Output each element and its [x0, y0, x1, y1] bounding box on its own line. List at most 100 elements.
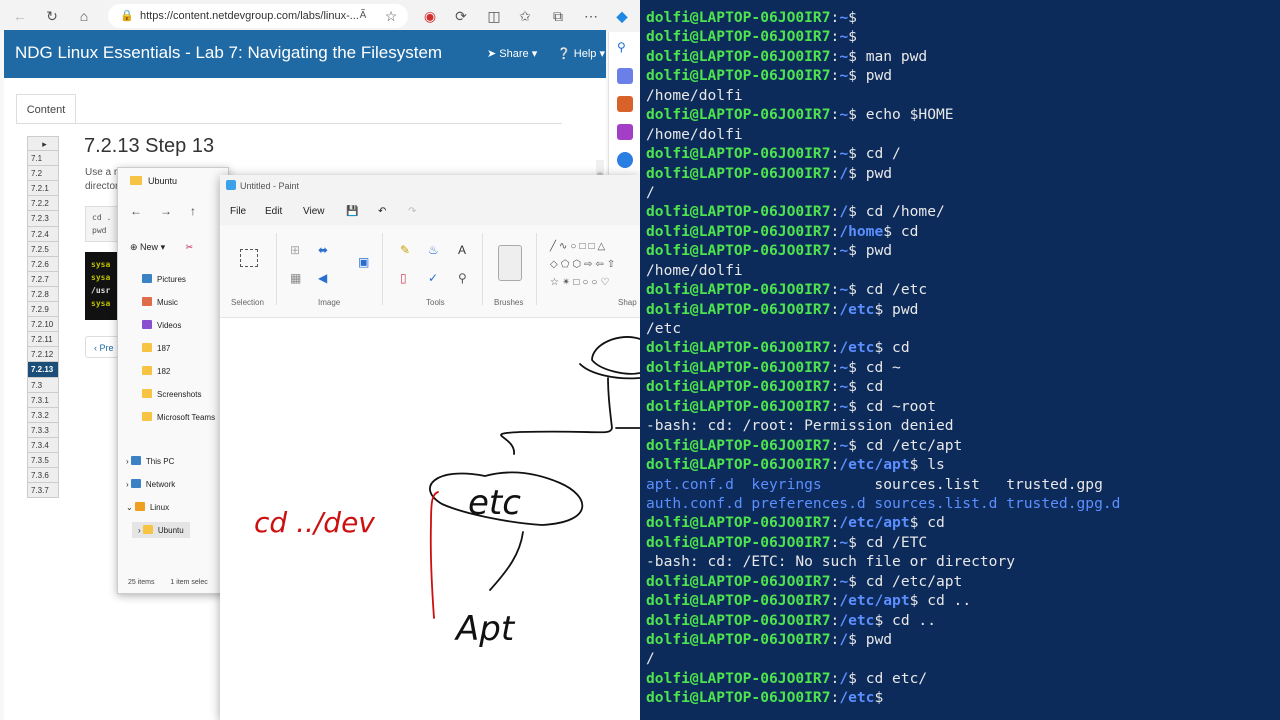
prompt-dollar: $ — [848, 631, 866, 648]
toc-item[interactable]: 7.2.6 — [27, 256, 59, 272]
prompt-separator: : — [830, 242, 840, 260]
sidebar-item[interactable]: Music — [142, 297, 178, 307]
tree-item[interactable]: › This PC — [126, 456, 174, 466]
toc-item[interactable]: 7.2.7 — [27, 271, 59, 287]
share-button[interactable]: ➤ Share ▾ — [487, 47, 537, 60]
toc-item[interactable]: 7.2.12 — [27, 347, 59, 363]
sidebar-item[interactable]: 187 — [142, 343, 170, 353]
fill-icon[interactable]: ♨ — [428, 243, 439, 257]
sidebar-item[interactable]: Screenshots — [142, 389, 201, 399]
toc-item[interactable]: 7.3.1 — [27, 392, 59, 408]
outlook-icon[interactable] — [617, 152, 633, 168]
sidebar-item[interactable]: Microsoft Teams — [142, 412, 215, 422]
back-arrow-icon[interactable]: ← — [10, 6, 30, 26]
games-icon[interactable] — [617, 124, 633, 140]
menu-edit[interactable]: Edit — [265, 206, 282, 217]
toc-toggle[interactable]: ▸ — [27, 136, 59, 152]
toc-item[interactable]: 7.3.5 — [27, 452, 59, 469]
search-icon[interactable]: ⚲ — [617, 40, 633, 56]
menu-file[interactable]: File — [230, 206, 246, 217]
shopping-icon[interactable] — [617, 68, 633, 84]
undo-icon[interactable]: ↶ — [378, 206, 386, 217]
tree-item[interactable]: ⌄ Linux — [126, 502, 169, 512]
extension-icon[interactable]: ◉ — [420, 6, 440, 26]
prompt-dollar: $ — [848, 436, 866, 454]
favorite-star-icon[interactable]: ☆ — [381, 6, 401, 26]
toc-item[interactable]: 7.2.3 — [27, 211, 59, 227]
prompt-dollar: $ — [874, 611, 893, 629]
prompt-user: dolfi@LAPTOP-06JO0IR7 — [646, 242, 831, 260]
prompt-separator: : — [830, 67, 840, 85]
toc-item[interactable]: 7.3.6 — [27, 468, 59, 484]
more-menu-icon[interactable]: ⋯ — [581, 6, 601, 26]
forward-arrow-icon[interactable]: → — [160, 204, 190, 218]
sidebar-item[interactable]: Videos — [142, 320, 181, 330]
rotate-icon[interactable]: ◀ — [318, 271, 327, 285]
tools-icon[interactable] — [617, 96, 633, 112]
toc-item[interactable]: 7.2.9 — [27, 302, 59, 318]
toc-item[interactable]: 7.3 — [27, 377, 59, 393]
color-picker-icon[interactable]: ✓ — [428, 271, 438, 285]
lock-icon: 🔒 — [120, 10, 134, 22]
shapes-gallery-icon[interactable]: ☆✴□○○♡ — [550, 277, 612, 288]
selection-icon[interactable] — [240, 249, 258, 267]
tree-item[interactable]: › Ubuntu — [132, 522, 190, 538]
cut-icon[interactable]: ✂ — [186, 242, 194, 252]
toc-item[interactable]: 7.2.13 — [27, 362, 59, 378]
shapes-gallery-icon[interactable]: ◇⬠⬡⇨⇦⇧ — [550, 259, 618, 270]
brushes-icon[interactable] — [498, 245, 522, 281]
back-arrow-icon[interactable]: ← — [130, 204, 160, 218]
terminal-command: ls — [927, 456, 945, 474]
resize-icon[interactable]: ⬌ — [318, 243, 328, 257]
text-icon[interactable]: A — [458, 243, 466, 257]
toc-item[interactable]: 7.2.10 — [27, 317, 59, 333]
redo-icon[interactable]: ↷ — [408, 206, 416, 217]
save-icon[interactable]: 💾 — [346, 206, 358, 217]
toc-item[interactable]: 7.2.1 — [27, 181, 59, 197]
tree-item[interactable]: › Network — [126, 479, 175, 489]
refresh-extension-icon[interactable]: ⟳ — [451, 6, 471, 26]
prompt-user: dolfi@LAPTOP-06JO0IR7 — [646, 669, 831, 687]
prompt-dollar: $ — [848, 669, 866, 687]
help-button[interactable]: ❔ Help ▾ — [557, 47, 605, 60]
terminal-window[interactable]: dolfi@LAPTOP-06JO0IR7:~$ dolfi@LAPTOP-06… — [640, 0, 1280, 720]
shapes-gallery-icon[interactable]: ╱∿○□□△ — [550, 241, 608, 252]
toc-item[interactable]: 7.2.5 — [27, 241, 59, 257]
pencil-icon[interactable]: ✎ — [400, 243, 410, 257]
toc-item[interactable]: 7.2 — [27, 166, 59, 182]
collections-icon[interactable]: ⧉ — [548, 6, 568, 26]
up-arrow-icon[interactable]: ↑ — [190, 204, 214, 218]
sidebar-item[interactable]: 182 — [142, 366, 170, 376]
terminal-output-line: apt.conf.d keyrings sources.list trusted.gp… — [646, 475, 1120, 494]
split-screen-icon[interactable]: ◫ — [484, 6, 504, 26]
toc-item[interactable]: 7.2.2 — [27, 196, 59, 212]
paint-canvas[interactable]: cd ../dev etc Apt — [220, 318, 640, 720]
toc-item[interactable]: 7.2.11 — [27, 332, 59, 348]
toc-item[interactable]: 7.2.4 — [27, 226, 59, 242]
read-aloud-icon[interactable]: Ã — [353, 6, 373, 26]
magnifier-icon[interactable]: ⚲ — [458, 271, 467, 285]
toc-item[interactable]: 7.2.8 — [27, 286, 59, 303]
home-icon[interactable]: ⌂ — [74, 6, 94, 26]
toc-item[interactable]: 7.3.3 — [27, 422, 59, 438]
tab-content[interactable]: Content — [16, 94, 76, 123]
toc-item[interactable]: 7.3.7 — [27, 483, 59, 499]
sidebar-item-label: 182 — [157, 367, 171, 376]
refresh-icon[interactable]: ↻ — [42, 6, 62, 26]
prompt-separator: : — [830, 145, 840, 163]
select-all-icon[interactable]: ▦ — [290, 271, 301, 285]
menu-view[interactable]: View — [303, 206, 325, 217]
chevron-down-icon[interactable]: ⌄ — [126, 503, 135, 512]
favorites-icon[interactable]: ✩ — [515, 6, 535, 26]
toc-item[interactable]: 7.3.4 — [27, 437, 59, 453]
new-button[interactable]: ⊕ New ▾ ✂ — [130, 242, 193, 253]
crop-icon[interactable]: ⊞ — [290, 243, 300, 257]
copilot-icon[interactable]: ◆ — [612, 6, 632, 26]
prompt-user: dolfi@LAPTOP-06JO0IR7 — [646, 145, 831, 163]
prompt-separator: : — [830, 300, 840, 318]
eraser-icon[interactable]: ▯ — [400, 271, 407, 285]
sidebar-item[interactable]: Pictures — [142, 274, 186, 284]
toc-item[interactable]: 7.3.2 — [27, 407, 59, 423]
toc-item[interactable]: 7.1 — [27, 151, 59, 167]
image-picker-icon[interactable]: ▣ — [358, 255, 369, 269]
